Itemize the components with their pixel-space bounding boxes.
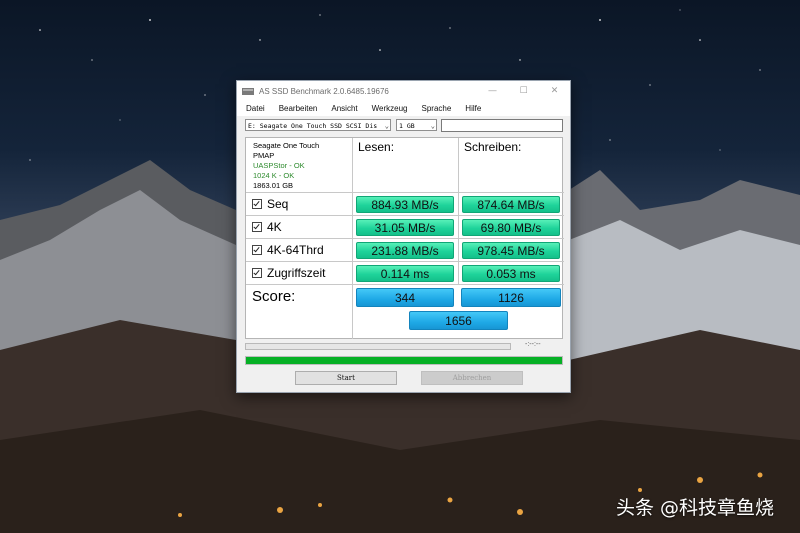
window-title: AS SSD Benchmark 2.0.6485.19676 (259, 86, 389, 96)
4k-read-value: 31.05 MB/s (356, 219, 454, 236)
4k-write-value: 69.80 MB/s (462, 219, 560, 236)
minimize-button[interactable]: — (477, 81, 508, 101)
title-bar[interactable]: AS SSD Benchmark 2.0.6485.19676 — ☐ ✕ (237, 81, 570, 101)
score-write: 1126 (461, 288, 561, 307)
checkbox-icon[interactable] (252, 268, 262, 278)
alignment-status: 1024 K - OK (253, 171, 295, 180)
checkbox-icon[interactable] (252, 199, 262, 209)
menu-hilfe[interactable]: Hilfe (465, 104, 481, 113)
menu-bearbeiten[interactable]: Bearbeiten (279, 104, 318, 113)
result-row-4k: 4K 31.05 MB/s 69.80 MB/s (246, 216, 564, 239)
cancel-button[interactable]: Abbrechen (421, 371, 523, 385)
seq-write-value: 874.64 MB/s (462, 196, 560, 213)
score-row: Score: 344 1126 1656 (246, 285, 564, 339)
drive-select[interactable]: E: Seagate One Touch SSD SCSI Dis ⌄ (245, 119, 391, 131)
app-icon (242, 88, 254, 95)
4k64-read-value: 231.88 MB/s (356, 242, 454, 259)
menu-sprache[interactable]: Sprache (422, 104, 452, 113)
driver-status: UASPStor - OK (253, 161, 305, 170)
row-label-text: 4K-64Thrd (267, 243, 324, 257)
close-button[interactable]: ✕ (539, 81, 570, 101)
start-button[interactable]: Start (295, 371, 397, 385)
score-label: Score: (246, 285, 353, 339)
write-column-header: Schreiben: (459, 138, 564, 193)
toolbar: E: Seagate One Touch SSD SCSI Dis ⌄ 1 GB… (245, 119, 563, 133)
watermark: 头条 @科技章鱼烧 (616, 497, 775, 519)
checkbox-icon[interactable] (252, 222, 262, 232)
drive-select-value: E: Seagate One Touch SSD SCSI Dis (248, 122, 378, 130)
notes-input[interactable] (441, 119, 563, 132)
seq-read-value: 884.93 MB/s (356, 196, 454, 213)
sub-progress-bar (245, 343, 511, 350)
row-label[interactable]: Seq (246, 193, 353, 215)
as-ssd-window: AS SSD Benchmark 2.0.6485.19676 — ☐ ✕ Da… (236, 80, 571, 393)
result-row-zugriffszeit: Zugriffszeit 0.114 ms 0.053 ms (246, 262, 564, 285)
chevron-down-icon: ⌄ (384, 122, 389, 130)
access-write-value: 0.053 ms (462, 265, 560, 282)
row-label[interactable]: Zugriffszeit (246, 262, 353, 284)
4k64-write-value: 978.45 MB/s (462, 242, 560, 259)
row-label-text: 4K (267, 220, 282, 234)
row-label-text: Zugriffszeit (267, 266, 326, 280)
menu-werkzeug[interactable]: Werkzeug (372, 104, 408, 113)
drive-name: Seagate One Touch (253, 141, 320, 150)
main-progress-bar (245, 356, 563, 365)
main-progress-fill (246, 357, 562, 364)
checkbox-icon[interactable] (252, 245, 262, 255)
menu-datei[interactable]: Datei (246, 104, 265, 113)
drive-line2: PMAP (253, 151, 275, 160)
score-read: 344 (356, 288, 454, 307)
menu-ansicht[interactable]: Ansicht (331, 104, 357, 113)
size-select[interactable]: 1 GB ⌄ (396, 119, 437, 131)
row-label[interactable]: 4K-64Thrd (246, 239, 353, 261)
elapsed-time: -:--:-- (525, 341, 541, 348)
read-column-header: Lesen: (353, 138, 459, 193)
drive-capacity: 1863.01 GB (253, 181, 294, 190)
result-row-seq: Seq 884.93 MB/s 874.64 MB/s (246, 193, 564, 216)
result-row-4k-64thrd: 4K-64Thrd 231.88 MB/s 978.45 MB/s (246, 239, 564, 262)
row-label[interactable]: 4K (246, 216, 353, 238)
row-label-text: Seq (267, 197, 289, 211)
access-read-value: 0.114 ms (356, 265, 454, 282)
maximize-button[interactable]: ☐ (508, 81, 539, 101)
menu-bar: Datei Bearbeiten Ansicht Werkzeug Sprach… (237, 101, 570, 116)
drive-info: Seagate One Touch PMAP UASPStor - OK 102… (246, 138, 353, 193)
score-total: 1656 (409, 311, 508, 330)
size-select-value: 1 GB (399, 122, 415, 130)
chevron-down-icon: ⌄ (430, 122, 435, 130)
results-grid: Seagate One Touch PMAP UASPStor - OK 102… (245, 137, 564, 339)
